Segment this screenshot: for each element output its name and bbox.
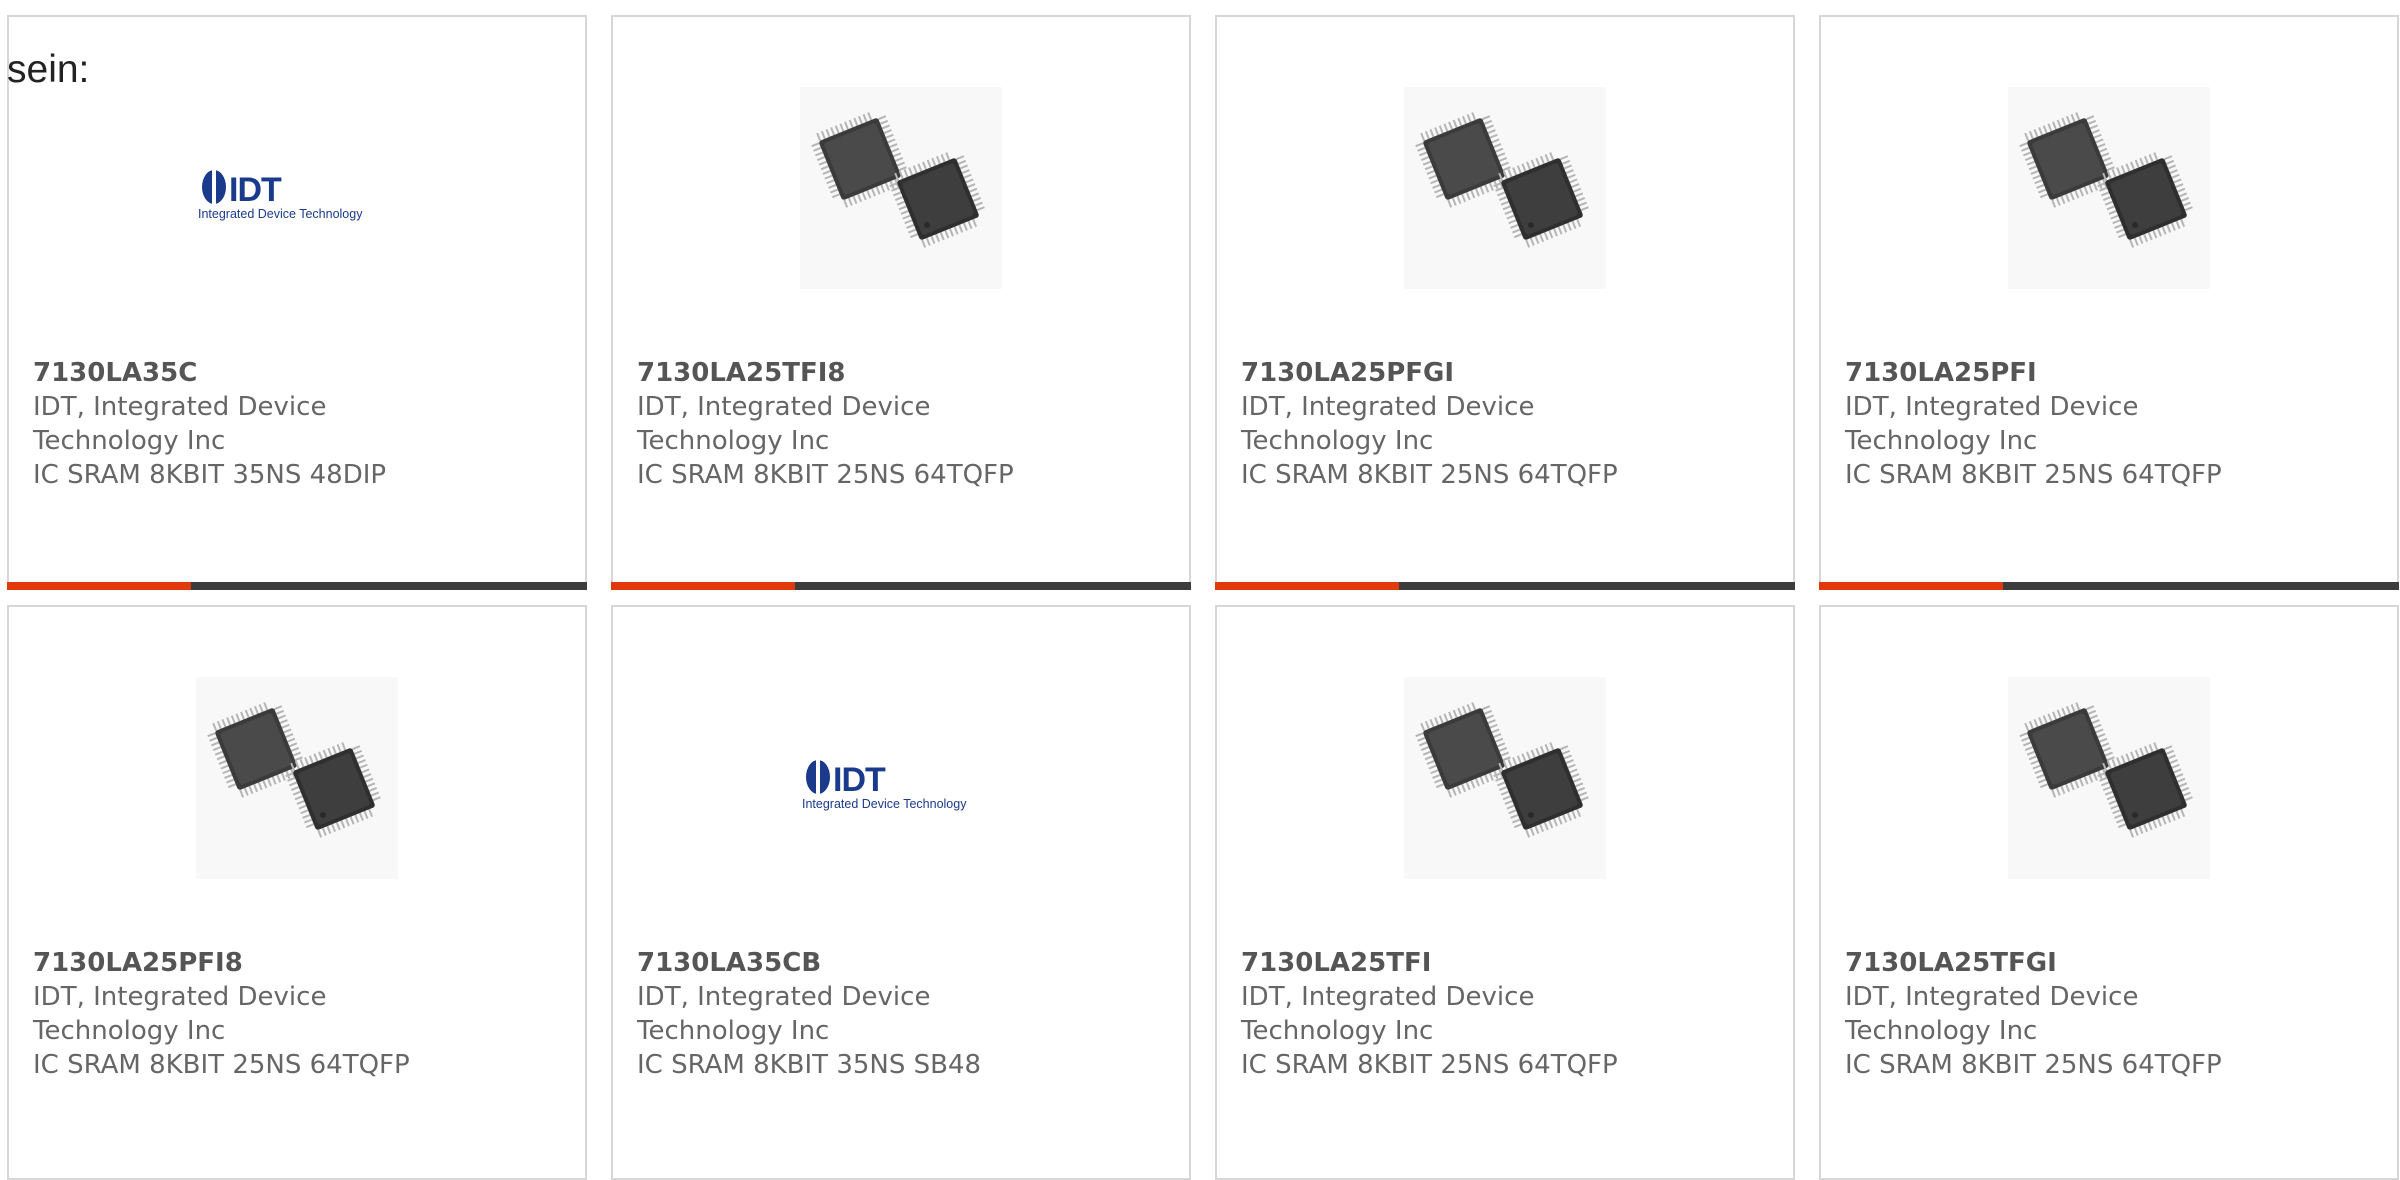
idt-logo: IDT Integrated Device Technology xyxy=(802,760,967,811)
product-description: IC SRAM 8KBIT 35NS 48DIP xyxy=(33,460,387,490)
product-image[interactable] xyxy=(1404,87,1606,289)
product-card[interactable]: IDT Integrated Device Technology 7130LA3… xyxy=(7,15,587,590)
product-part-number[interactable]: 7130LA35CB xyxy=(637,946,1165,980)
card-underline xyxy=(1819,582,2399,590)
product-manufacturer: IDT, Integrated Device Technology Inc xyxy=(1845,392,2139,456)
svg-text:IDT: IDT xyxy=(833,761,886,799)
product-manufacturer: IDT, Integrated Device Technology Inc xyxy=(1845,982,2139,1046)
product-info: 7130LA25PFI IDT, Integrated Device Techn… xyxy=(1845,356,2373,492)
product-card[interactable]: 7130LA25PFI IDT, Integrated Device Techn… xyxy=(1819,15,2399,590)
product-image[interactable]: IDT Integrated Device Technology xyxy=(196,87,398,289)
product-image[interactable] xyxy=(1404,677,1606,879)
card-underline xyxy=(7,582,587,590)
product-description: IC SRAM 8KBIT 25NS 64TQFP xyxy=(33,1050,410,1080)
product-manufacturer: IDT, Integrated Device Technology Inc xyxy=(33,982,327,1046)
product-card[interactable]: 7130LA25TFI8 IDT, Integrated Device Tech… xyxy=(611,15,1191,590)
card-underline-accent xyxy=(1819,582,2003,590)
product-info: 7130LA35C IDT, Integrated Device Technol… xyxy=(33,356,561,492)
product-card[interactable]: 7130LA25PFGI IDT, Integrated Device Tech… xyxy=(1215,15,1795,590)
product-description: IC SRAM 8KBIT 35NS SB48 xyxy=(637,1050,982,1080)
product-description: IC SRAM 8KBIT 25NS 64TQFP xyxy=(1241,460,1618,490)
product-image[interactable] xyxy=(800,87,1002,289)
product-card[interactable]: 7130LA25TFGI IDT, Integrated Device Tech… xyxy=(1819,605,2399,1180)
product-grid: IDT Integrated Device Technology 7130LA3… xyxy=(7,15,2399,1180)
product-manufacturer: IDT, Integrated Device Technology Inc xyxy=(33,392,327,456)
product-image[interactable] xyxy=(2008,87,2210,289)
svg-text:IDT: IDT xyxy=(229,171,282,209)
product-image[interactable]: IDT Integrated Device Technology xyxy=(800,677,1002,879)
idt-logo: IDT Integrated Device Technology xyxy=(198,170,363,221)
product-description: IC SRAM 8KBIT 25NS 64TQFP xyxy=(1845,1050,2222,1080)
product-description: IC SRAM 8KBIT 25NS 64TQFP xyxy=(1845,460,2222,490)
product-info: 7130LA25TFGI IDT, Integrated Device Tech… xyxy=(1845,946,2373,1082)
product-image[interactable] xyxy=(2008,677,2210,879)
product-part-number[interactable]: 7130LA25PFI8 xyxy=(33,946,561,980)
product-info: 7130LA25PFI8 IDT, Integrated Device Tech… xyxy=(33,946,561,1082)
tqfp-chips-photo xyxy=(2008,87,2210,289)
product-image[interactable] xyxy=(196,677,398,879)
product-part-number[interactable]: 7130LA25PFGI xyxy=(1241,356,1769,390)
intro-text: sein: xyxy=(7,48,90,91)
product-description: IC SRAM 8KBIT 25NS 64TQFP xyxy=(637,460,1014,490)
product-info: 7130LA35CB IDT, Integrated Device Techno… xyxy=(637,946,1165,1082)
product-card[interactable]: IDT Integrated Device Technology 7130LA3… xyxy=(611,605,1191,1180)
svg-text:Integrated Device Technology: Integrated Device Technology xyxy=(198,207,363,221)
tqfp-chips-photo xyxy=(1404,87,1606,289)
product-card[interactable]: 7130LA25TFI IDT, Integrated Device Techn… xyxy=(1215,605,1795,1180)
product-part-number[interactable]: 7130LA25TFI8 xyxy=(637,356,1165,390)
tqfp-chips-photo xyxy=(2008,677,2210,879)
product-part-number[interactable]: 7130LA25TFGI xyxy=(1845,946,2373,980)
product-manufacturer: IDT, Integrated Device Technology Inc xyxy=(637,392,931,456)
tqfp-chips-photo xyxy=(196,677,398,879)
card-underline-accent xyxy=(7,582,191,590)
product-info: 7130LA25TFI8 IDT, Integrated Device Tech… xyxy=(637,356,1165,492)
product-part-number[interactable]: 7130LA35C xyxy=(33,356,561,390)
product-manufacturer: IDT, Integrated Device Technology Inc xyxy=(1241,392,1535,456)
product-manufacturer: IDT, Integrated Device Technology Inc xyxy=(637,982,931,1046)
product-part-number[interactable]: 7130LA25PFI xyxy=(1845,356,2373,390)
product-manufacturer: IDT, Integrated Device Technology Inc xyxy=(1241,982,1535,1046)
svg-text:Integrated Device Technology: Integrated Device Technology xyxy=(802,797,967,811)
card-underline xyxy=(1215,582,1795,590)
product-card[interactable]: 7130LA25PFI8 IDT, Integrated Device Tech… xyxy=(7,605,587,1180)
card-underline xyxy=(611,582,1191,590)
product-part-number[interactable]: 7130LA25TFI xyxy=(1241,946,1769,980)
product-info: 7130LA25TFI IDT, Integrated Device Techn… xyxy=(1241,946,1769,1082)
card-underline-accent xyxy=(611,582,795,590)
product-description: IC SRAM 8KBIT 25NS 64TQFP xyxy=(1241,1050,1618,1080)
card-underline-accent xyxy=(1215,582,1399,590)
tqfp-chips-photo xyxy=(1404,677,1606,879)
product-info: 7130LA25PFGI IDT, Integrated Device Tech… xyxy=(1241,356,1769,492)
tqfp-chips-photo xyxy=(800,87,1002,289)
